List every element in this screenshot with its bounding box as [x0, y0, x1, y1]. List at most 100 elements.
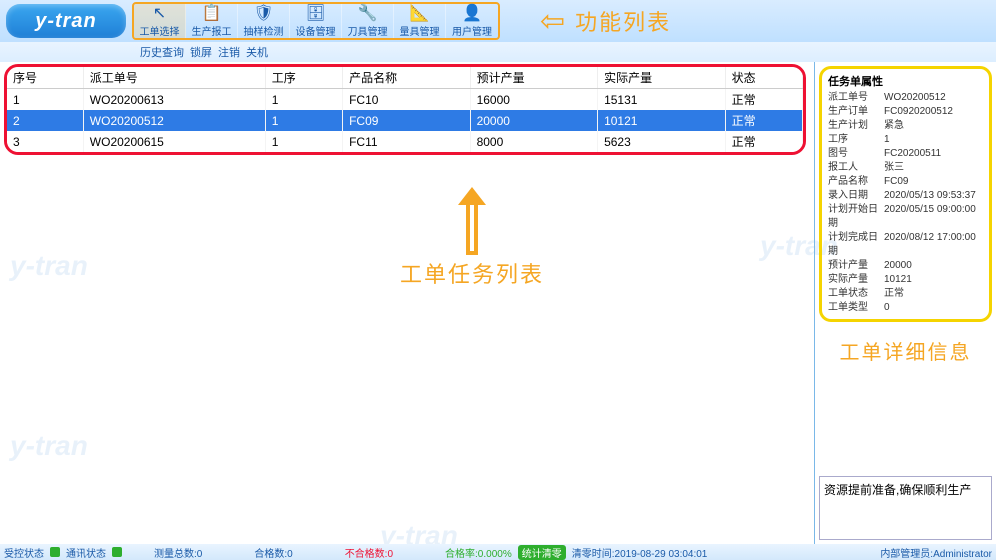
detail-key: 图号	[828, 147, 884, 161]
detail-key: 计划完成日期	[828, 231, 884, 259]
toolbar-icon: 🔧	[358, 5, 378, 23]
top-ribbon: y-tran ↖工单选择📋生产报工🛡抽样检测🗄设备管理🔧刀具管理📐量具管理👤用户…	[0, 0, 996, 42]
toolbar-label: 工单选择	[140, 23, 180, 38]
detail-value: 1	[884, 133, 983, 147]
secmenu-关机[interactable]: 关机	[246, 44, 268, 60]
arrow-up-icon	[457, 187, 487, 257]
right-panel: 任务单属性 派工单号WO20200512生产订单FC0920200512生产计划…	[814, 62, 996, 544]
cell-seq: 1	[7, 89, 83, 111]
status-recv-label: 受控状态	[4, 545, 44, 560]
col-状态[interactable]: 状态	[725, 67, 802, 89]
detail-row: 工序1	[828, 133, 983, 147]
status-comm-label: 通讯状态	[66, 545, 106, 560]
work-order-table[interactable]: 序号派工单号工序产品名称预计产量实际产量状态 1WO202006131FC101…	[7, 67, 803, 152]
toolbar-icon: 👤	[462, 5, 482, 23]
detail-value: 2020/08/12 17:00:00	[884, 231, 983, 259]
col-预计产量[interactable]: 预计产量	[470, 67, 598, 89]
work-order-table-wrap: 序号派工单号工序产品名称预计产量实际产量状态 1WO202006131FC101…	[4, 64, 806, 155]
detail-row: 图号FC20200511	[828, 147, 983, 161]
detail-value: FC09	[884, 175, 983, 189]
detail-row: 实际产量10121	[828, 273, 983, 287]
toolbar-用户管理[interactable]: 👤用户管理	[446, 4, 498, 38]
detail-value: 2020/05/15 09:00:00	[884, 203, 983, 231]
detail-key: 工单状态	[828, 287, 884, 301]
cell-act: 5623	[598, 131, 726, 152]
col-产品名称[interactable]: 产品名称	[343, 67, 471, 89]
detail-value: 正常	[884, 287, 983, 301]
annotation-toolbar-label: 功能列表	[575, 5, 671, 37]
detail-value: 紧急	[884, 119, 983, 133]
status-fail: 不合格数:0	[345, 545, 393, 560]
cell-wo: WO20200512	[83, 110, 265, 131]
toolbar-抽样检测[interactable]: 🛡抽样检测	[238, 4, 290, 38]
detail-key: 预计产量	[828, 259, 884, 273]
toolbar-label: 量具管理	[400, 23, 440, 38]
detail-key: 产品名称	[828, 175, 884, 189]
detail-key: 报工人	[828, 161, 884, 175]
toolbar-icon: 🛡	[253, 5, 273, 23]
toolbar-label: 生产报工	[192, 23, 232, 38]
arrow-left-icon: ⇦	[540, 4, 565, 39]
toolbar-工单选择[interactable]: ↖工单选择	[134, 4, 186, 38]
status-bar: 受控状态 通讯状态 测量总数:0 合格数:0 不合格数:0 合格率:0.000%…	[0, 544, 996, 560]
annotation-table-label: 工单任务列表	[400, 257, 544, 289]
detail-row: 产品名称FC09	[828, 175, 983, 189]
col-序号[interactable]: 序号	[7, 67, 83, 89]
cell-prod: FC11	[343, 131, 471, 152]
table-row[interactable]: 3WO202006151FC1180005623正常	[7, 131, 803, 152]
toolbar-刀具管理[interactable]: 🔧刀具管理	[342, 4, 394, 38]
cell-plan: 20000	[470, 110, 598, 131]
toolbar-group: ↖工单选择📋生产报工🛡抽样检测🗄设备管理🔧刀具管理📐量具管理👤用户管理	[132, 2, 500, 40]
toolbar-icon: 📋	[202, 5, 222, 23]
cell-prod: FC10	[343, 89, 471, 111]
secmenu-注销[interactable]: 注销	[218, 44, 240, 60]
cell-stat: 正常	[725, 89, 802, 111]
detail-key: 生产计划	[828, 119, 884, 133]
detail-value: 10121	[884, 273, 983, 287]
cell-op: 1	[265, 110, 342, 131]
toolbar-label: 抽样检测	[244, 23, 284, 38]
toolbar-icon: ↖	[153, 5, 166, 23]
detail-row: 计划完成日期2020/08/12 17:00:00	[828, 231, 983, 259]
annotation-detail-label: 工单详细信息	[815, 336, 996, 365]
detail-row: 录入日期2020/05/13 09:53:37	[828, 189, 983, 203]
detail-row: 工单状态正常	[828, 287, 983, 301]
detail-key: 生产订单	[828, 105, 884, 119]
toolbar-量具管理[interactable]: 📐量具管理	[394, 4, 446, 38]
cell-stat: 正常	[725, 131, 802, 152]
col-派工单号[interactable]: 派工单号	[83, 67, 265, 89]
detail-row: 预计产量20000	[828, 259, 983, 273]
main-area: 序号派工单号工序产品名称预计产量实际产量状态 1WO202006131FC101…	[0, 62, 996, 544]
right-note-box: 资源提前准备,确保顺利生产	[819, 476, 992, 540]
status-rate: 合格率:0.000%	[445, 545, 512, 560]
detail-value: 0	[884, 301, 983, 315]
status-clear-button[interactable]: 统计清零	[518, 545, 566, 560]
detail-row: 工单类型0	[828, 301, 983, 315]
cell-stat: 正常	[725, 110, 802, 131]
detail-value: WO20200512	[884, 91, 983, 105]
detail-value: 张三	[884, 161, 983, 175]
secmenu-锁屏[interactable]: 锁屏	[190, 44, 212, 60]
toolbar-生产报工[interactable]: 📋生产报工	[186, 4, 238, 38]
detail-key: 计划开始日期	[828, 203, 884, 231]
table-row[interactable]: 2WO202005121FC092000010121正常	[7, 110, 803, 131]
detail-row: 生产订单FC0920200512	[828, 105, 983, 119]
toolbar-设备管理[interactable]: 🗄设备管理	[290, 4, 342, 38]
toolbar-icon: 🗄	[305, 5, 325, 23]
detail-row: 生产计划紧急	[828, 119, 983, 133]
detail-row: 派工单号WO20200512	[828, 91, 983, 105]
detail-row: 计划开始日期2020/05/15 09:00:00	[828, 203, 983, 231]
col-实际产量[interactable]: 实际产量	[598, 67, 726, 89]
table-row[interactable]: 1WO202006131FC101600015131正常	[7, 89, 803, 111]
toolbar-icon: 📐	[410, 5, 430, 23]
toolbar-label: 用户管理	[452, 23, 492, 38]
toolbar-label: 设备管理	[296, 23, 336, 38]
status-pass: 合格数:0	[254, 545, 292, 560]
secmenu-历史查询[interactable]: 历史查询	[140, 44, 184, 60]
secondary-menu: 历史查询锁屏注销关机	[0, 42, 996, 62]
detail-key: 录入日期	[828, 189, 884, 203]
center-panel: 序号派工单号工序产品名称预计产量实际产量状态 1WO202006131FC101…	[0, 62, 814, 544]
col-工序[interactable]: 工序	[265, 67, 342, 89]
status-zero-time: 清零时间:2019-08-29 03:04:01	[572, 545, 708, 560]
detail-value: FC0920200512	[884, 105, 983, 119]
